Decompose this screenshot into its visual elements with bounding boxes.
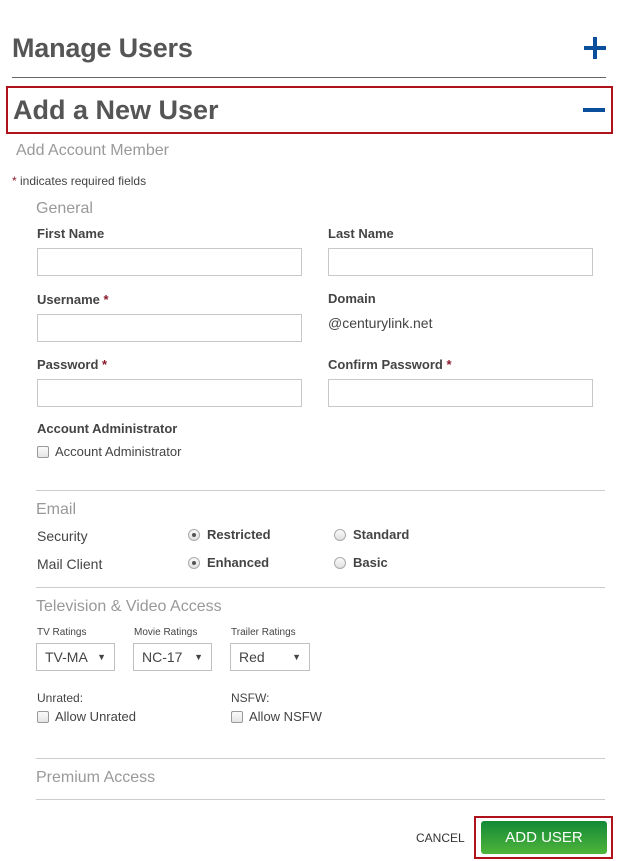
tv-ratings-select[interactable]: TV-MA ▼ bbox=[36, 643, 115, 671]
radio-unselected-icon[interactable] bbox=[334, 528, 346, 541]
radio-selected-icon[interactable] bbox=[188, 528, 200, 541]
mail-client-basic-label: Basic bbox=[353, 555, 388, 570]
security-restricted-label: Restricted bbox=[207, 527, 271, 542]
required-note: * indicates required fields bbox=[12, 174, 146, 188]
divider bbox=[36, 490, 605, 491]
password-field[interactable] bbox=[37, 379, 302, 407]
email-title: Email bbox=[36, 501, 77, 518]
account-admin-checkbox[interactable] bbox=[37, 445, 49, 458]
account-admin-label: Account Administrator bbox=[37, 421, 178, 436]
section-subtitle: Add Account Member bbox=[16, 142, 169, 159]
manage-users-header[interactable]: Manage Users bbox=[12, 28, 606, 68]
tv-ratings-value: TV-MA bbox=[45, 649, 88, 665]
domain-label: Domain bbox=[328, 291, 376, 306]
add-new-user-header[interactable]: Add a New User bbox=[6, 86, 613, 134]
trailer-ratings-value: Red bbox=[239, 649, 265, 665]
dropdown-caret-icon: ▼ bbox=[194, 652, 203, 662]
confirm-password-label-text: Confirm Password bbox=[328, 357, 443, 372]
unrated-label: Unrated: bbox=[37, 691, 84, 705]
account-admin-checkbox-label: Account Administrator bbox=[55, 444, 182, 459]
required-note-text: indicates required fields bbox=[16, 174, 147, 188]
security-standard-label: Standard bbox=[353, 527, 410, 542]
allow-unrated-label: Allow Unrated bbox=[55, 709, 136, 724]
divider bbox=[36, 799, 605, 800]
mail-client-enhanced-radio[interactable]: Enhanced bbox=[188, 555, 269, 570]
last-name-label: Last Name bbox=[328, 226, 394, 241]
add-user-button[interactable]: ADD USER bbox=[481, 821, 607, 854]
trailer-ratings-select[interactable]: Red ▼ bbox=[230, 643, 310, 671]
mail-client-basic-radio[interactable]: Basic bbox=[334, 555, 388, 570]
password-label-text: Password bbox=[37, 357, 99, 372]
add-user-button-highlight: ADD USER bbox=[474, 816, 613, 859]
allow-nsfw-checkbox-row[interactable]: Allow NSFW bbox=[231, 709, 322, 724]
required-star: * bbox=[102, 357, 108, 372]
account-admin-checkbox-row[interactable]: Account Administrator bbox=[37, 444, 181, 459]
cancel-button[interactable]: CANCEL bbox=[416, 831, 465, 845]
tv-video-title: Television & Video Access bbox=[36, 598, 222, 615]
movie-ratings-label: Movie Ratings bbox=[134, 627, 198, 638]
username-label-text: Username bbox=[37, 292, 100, 307]
general-title: General bbox=[36, 200, 93, 217]
mail-client-enhanced-label: Enhanced bbox=[207, 555, 270, 570]
confirm-password-label: Confirm Password * bbox=[328, 357, 452, 372]
confirm-password-field[interactable] bbox=[328, 379, 593, 407]
tv-ratings-label: TV Ratings bbox=[37, 627, 87, 638]
last-name-field[interactable] bbox=[328, 248, 593, 276]
first-name-field[interactable] bbox=[37, 248, 302, 276]
username-field[interactable] bbox=[37, 314, 302, 342]
dropdown-caret-icon: ▼ bbox=[292, 652, 301, 662]
security-label: Security bbox=[37, 528, 88, 544]
required-star: * bbox=[446, 357, 452, 372]
minus-icon[interactable] bbox=[583, 108, 605, 112]
allow-nsfw-checkbox[interactable] bbox=[231, 710, 243, 723]
add-new-user-title: Add a New User bbox=[13, 94, 219, 125]
manage-users-title: Manage Users bbox=[12, 32, 193, 63]
divider bbox=[12, 77, 606, 78]
security-standard-radio[interactable]: Standard bbox=[334, 527, 409, 542]
radio-unselected-icon[interactable] bbox=[334, 556, 346, 569]
allow-unrated-checkbox[interactable] bbox=[37, 710, 49, 723]
divider bbox=[36, 758, 605, 759]
movie-ratings-select[interactable]: NC-17 ▼ bbox=[133, 643, 212, 671]
premium-access-title[interactable]: Premium Access bbox=[36, 769, 155, 787]
password-label: Password * bbox=[37, 357, 107, 372]
plus-icon[interactable] bbox=[584, 37, 606, 59]
first-name-label: First Name bbox=[37, 226, 105, 241]
radio-selected-icon[interactable] bbox=[188, 556, 200, 569]
required-star: * bbox=[103, 292, 109, 307]
nsfw-label: NSFW: bbox=[231, 691, 270, 705]
username-label: Username * bbox=[37, 292, 109, 307]
trailer-ratings-label: Trailer Ratings bbox=[231, 627, 296, 638]
domain-value: @centurylink.net bbox=[328, 315, 433, 331]
dropdown-caret-icon: ▼ bbox=[97, 652, 106, 662]
mail-client-label: Mail Client bbox=[37, 556, 103, 572]
allow-nsfw-label: Allow NSFW bbox=[249, 709, 322, 724]
divider bbox=[36, 587, 605, 588]
security-restricted-radio[interactable]: Restricted bbox=[188, 527, 271, 542]
allow-unrated-checkbox-row[interactable]: Allow Unrated bbox=[37, 709, 136, 724]
movie-ratings-value: NC-17 bbox=[142, 649, 183, 665]
